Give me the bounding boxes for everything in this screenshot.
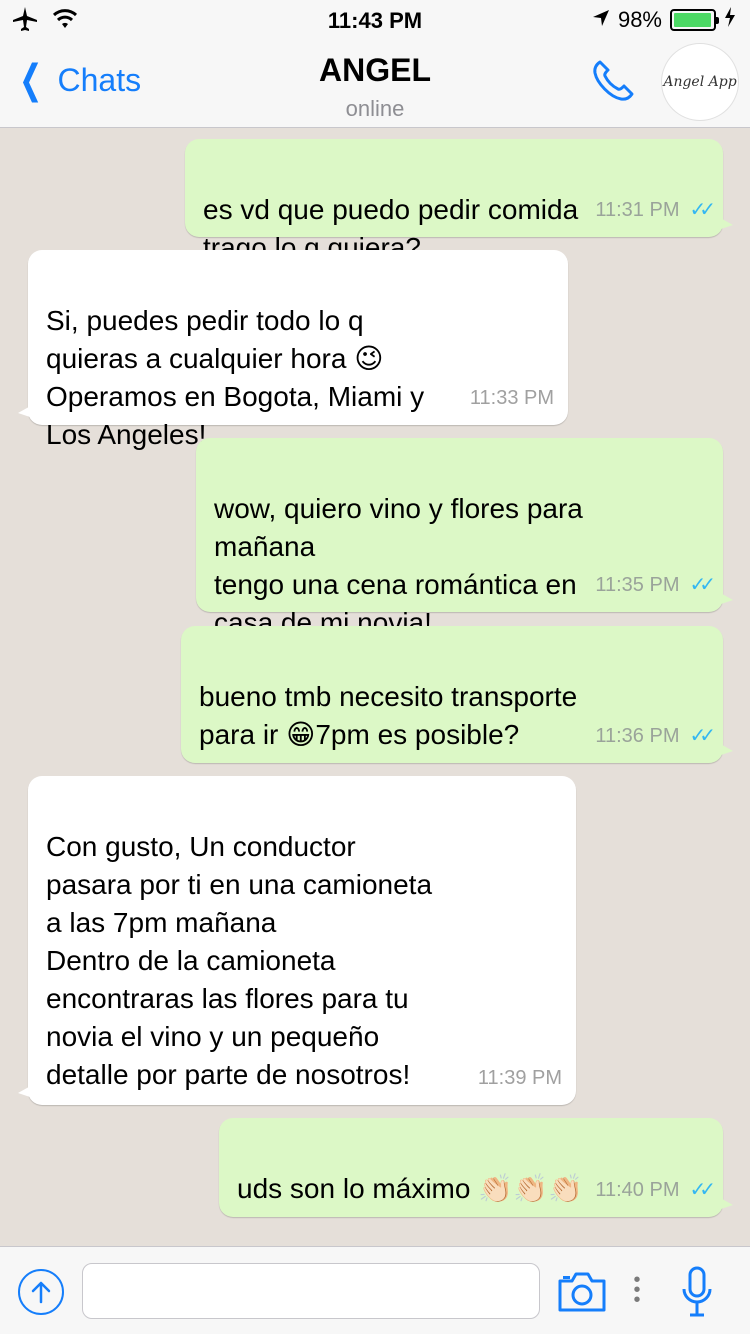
message-bubble-outgoing[interactable]: bueno tmb necesito transporte para ir 😁7…: [181, 626, 733, 763]
more-dots-icon[interactable]: • • •: [630, 1270, 644, 1311]
message-bubble-outgoing[interactable]: wow, quiero vino y flores para mañana te…: [196, 438, 733, 638]
message-text: wow, quiero vino y flores para mañana te…: [214, 493, 583, 638]
message-time: 11:35 PM: [595, 574, 680, 596]
read-ticks-icon: ✓✓: [689, 574, 715, 596]
read-ticks-icon: ✓✓: [689, 199, 715, 221]
message-bubble-incoming[interactable]: Con gusto, Un conductor pasara por ti en…: [18, 776, 576, 1105]
bubble-tail: [715, 590, 733, 606]
battery-percent: 98%: [617, 7, 662, 32]
message-list[interactable]: es vd que puedo pedir comida trago lo q …: [0, 129, 750, 1246]
avatar-text: Angel App: [663, 74, 737, 90]
message-bubble-outgoing[interactable]: uds son lo máximo 👏🏻👏🏻👏🏻 11:40 PM ✓✓: [219, 1118, 733, 1217]
message-input[interactable]: [82, 1263, 540, 1319]
charging-bolt-icon: [724, 7, 736, 33]
message-time: 11:39 PM: [477, 1067, 562, 1089]
avatar[interactable]: Angel App: [662, 44, 738, 120]
message-time: 11:33 PM: [469, 387, 554, 409]
composer-bar: • • •: [0, 1246, 750, 1334]
message-meta: 11:39 PM: [478, 1059, 562, 1097]
battery-icon: [670, 9, 719, 31]
message-time: 11:31 PM: [595, 199, 680, 221]
message-bubble-incoming[interactable]: Si, puedes pedir todo lo q quieras a cua…: [18, 250, 568, 450]
message-meta: 11:36 PM ✓✓: [595, 717, 715, 755]
chat-header: ❮ Chats ANGEL online Angel App: [0, 40, 750, 128]
bubble-tail: [18, 1083, 36, 1099]
bubble-tail: [18, 403, 36, 419]
battery-fill: [674, 13, 712, 27]
bubble-tail: [715, 215, 733, 231]
location-arrow-icon: [592, 7, 610, 33]
read-ticks-icon: ✓✓: [689, 725, 715, 747]
read-ticks-icon: ✓✓: [689, 1179, 715, 1201]
bubble-tail: [715, 741, 733, 757]
microphone-icon[interactable]: [680, 1265, 714, 1321]
upload-arrow-icon[interactable]: [18, 1269, 64, 1315]
message-text: uds son lo máximo 👏🏻👏🏻👏🏻: [237, 1173, 583, 1204]
status-right: 98%: [592, 7, 736, 33]
status-bar: 11:43 PM 98%: [0, 0, 750, 40]
message-time: 11:36 PM: [595, 725, 680, 747]
bubble-tail: [715, 1195, 733, 1211]
message-bubble-outgoing[interactable]: es vd que puedo pedir comida trago lo q …: [185, 139, 733, 263]
message-meta: 11:35 PM ✓✓: [595, 566, 715, 604]
message-text: Si, puedes pedir todo lo q quieras a cua…: [46, 305, 425, 450]
camera-icon[interactable]: [556, 1271, 608, 1313]
message-text: bueno tmb necesito transporte para ir 😁7…: [199, 681, 578, 750]
message-time: 11:40 PM: [595, 1179, 680, 1201]
message-text: Con gusto, Un conductor pasara por ti en…: [46, 831, 433, 1090]
message-meta: 11:33 PM: [470, 379, 554, 417]
message-meta: 11:31 PM ✓✓: [595, 191, 715, 229]
message-meta: 11:40 PM ✓✓: [595, 1171, 715, 1209]
phone-icon[interactable]: [588, 56, 638, 106]
